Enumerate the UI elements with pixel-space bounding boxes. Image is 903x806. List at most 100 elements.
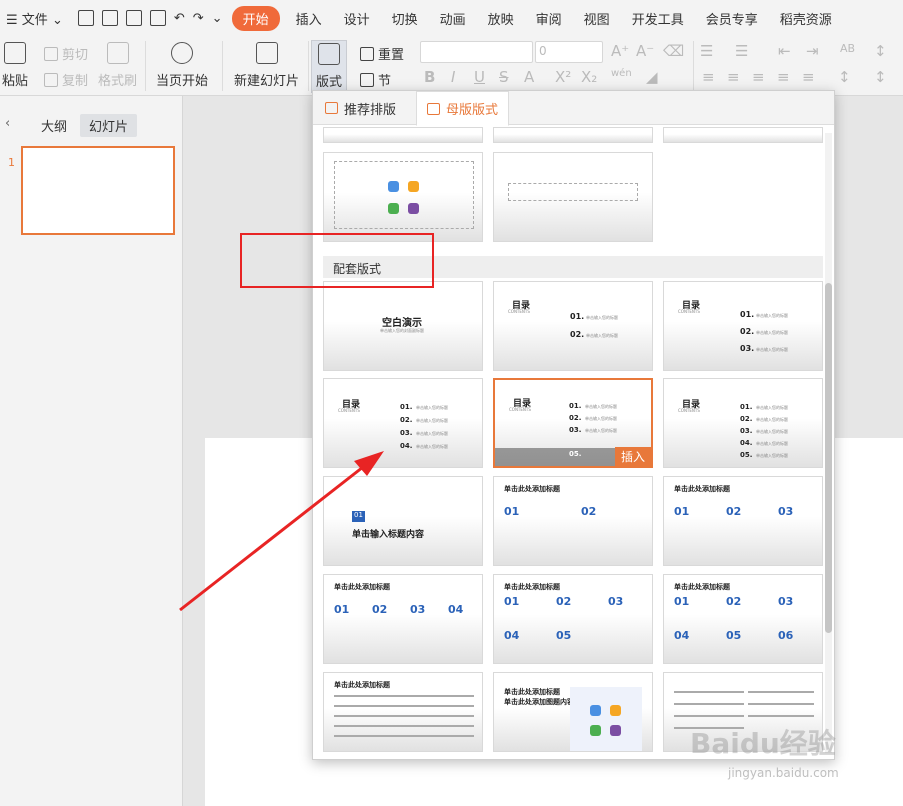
layout-icon [318,43,340,65]
layout-card-text-media[interactable]: 单击此处添加标题 单击此处添加图题内容 [493,672,653,752]
layout-card-toc[interactable]: 目录 CONTENTS 01. 单击输入您的标题 02. 单击输入您的标题 03… [323,378,483,468]
toc-num: 02. [740,415,753,423]
card-title: 单击此处添加标题 [334,583,390,591]
tab-resources[interactable]: 稻壳资源 [769,9,843,28]
shrink-font-icon[interactable]: A⁻ [636,42,654,60]
pinyin-icon[interactable]: wén [611,68,632,79]
copy-button[interactable]: 复制 [44,70,88,89]
layout-card-blank[interactable]: 空白演示 单击输入您的封面副标题 [323,281,483,371]
section-icon [360,72,374,87]
highlight-icon[interactable]: ◢ [646,68,658,86]
cut-button[interactable]: 剪切 [44,44,88,63]
export-icon[interactable] [101,10,118,26]
print-icon[interactable] [125,10,142,26]
more-icon[interactable]: ⌄ [208,11,227,26]
tab-view[interactable]: 视图 [573,9,621,28]
card-number: 02 [726,505,742,518]
align-right-icon[interactable]: ≡ [752,68,765,86]
layout-card[interactable] [323,127,483,143]
outdent-icon[interactable]: ⇤ [778,42,791,60]
new-slide-button[interactable]: 新建幻灯片 [234,42,299,89]
format-painter-button[interactable]: 格式刷 [98,42,137,89]
layout-card-three-col[interactable]: 单击此处添加标题 01 02 03 [663,476,823,566]
font-family-select[interactable] [420,41,533,63]
insert-button[interactable]: 插入 [614,447,651,466]
slide-thumbnail[interactable] [21,146,175,235]
align-left-icon[interactable]: ≡ [702,68,715,86]
reset-button[interactable]: 重置 [360,44,404,63]
justify-icon[interactable]: ≡ [777,68,790,86]
layout-card[interactable] [493,127,653,143]
underline-icon[interactable]: U [474,68,485,86]
layout-card-toc[interactable]: 目录 CONTENTS 01. 单击输入您的标题 02. 单击输入您的标题 [493,281,653,371]
italic-icon[interactable]: I [451,68,455,86]
layout-card-four-col[interactable]: 单击此处添加标题 01 02 03 04 [323,574,483,664]
sort-icon[interactable]: ↕ [874,42,887,60]
tab-animation[interactable]: 动画 [429,9,477,28]
card-title: 单击此处添加标题 [334,681,390,689]
popup-scrollbar[interactable] [825,133,832,753]
card-number: 04 [504,629,520,642]
redo-icon[interactable]: ↷ [189,11,208,26]
subscript-icon[interactable]: X₂ [581,68,597,86]
save-icon[interactable] [77,10,94,26]
tab-insert[interactable]: 插入 [285,9,333,28]
card-number: 03 [778,505,794,518]
brush-icon [106,42,129,64]
superscript-icon[interactable]: X² [555,68,571,86]
font-size-select[interactable]: 0 [535,41,603,63]
layout-card-section[interactable]: 01 单击输入标题内容 [323,476,483,566]
tab-member[interactable]: 会员专享 [695,9,769,28]
tab-slides[interactable]: 幻灯片 [80,114,138,137]
font-color-icon[interactable]: A [524,68,534,86]
tab-outline[interactable]: 大纲 [32,114,76,137]
ribbon-divider [222,41,223,91]
tab-design[interactable]: 设计 [333,9,381,28]
tab-slideshow[interactable]: 放映 [477,9,525,28]
align-center-icon[interactable]: ≡ [727,68,740,86]
tab-developer[interactable]: 开发工具 [621,9,695,28]
tab-transition[interactable]: 切换 [381,9,429,28]
collapse-icon[interactable]: ‹ [0,114,19,133]
file-menu[interactable]: ☰ 文件 ⌄ [0,9,74,28]
layout-card-five-items[interactable]: 单击此处添加标题 01 02 03 04 05 [493,574,653,664]
tab-review[interactable]: 审阅 [525,9,573,28]
case-icon[interactable]: AB [840,42,855,55]
layout-card-two-col[interactable]: 单击此处添加标题 01 02 [493,476,653,566]
watermark-url: jingyan.baidu.com [728,766,839,780]
preview-icon[interactable] [149,10,166,26]
strikethrough-icon[interactable]: S [499,68,509,86]
text-line [674,715,744,717]
distribute-icon[interactable]: ≡ [802,68,815,86]
card-number: 02 [372,603,388,616]
layout-card-toc-selected[interactable]: 目录 CONTENTS 01. 单击输入您的标题 02. 单击输入您的标题 03… [493,378,653,468]
layout-card[interactable] [493,152,653,242]
undo-icon[interactable]: ↶ [170,11,189,26]
layout-button[interactable]: 版式 [311,40,348,93]
line-spacing-icon[interactable]: ↕ [838,68,851,86]
play-from-current-button[interactable]: 当页开始 [156,42,208,89]
tab-start[interactable]: 开始 [231,5,280,31]
section-button[interactable]: 节 [360,70,391,89]
layout-card-text[interactable]: 单击此处添加标题 [323,672,483,752]
indent-icon[interactable]: ⇥ [806,42,819,60]
number-list-icon[interactable]: ☰ [735,42,748,60]
layout-card[interactable] [323,152,483,242]
tab-master-layout[interactable]: 母版版式 [416,91,510,126]
scroll-thumb[interactable] [825,283,832,633]
text-direction-icon[interactable]: ↕ [874,68,887,86]
layout-card-toc[interactable]: 目录 CONTENTS 01. 单击输入您的标题 02. 单击输入您的标题 03… [663,378,823,468]
slide-panel: ‹ 大纲 幻灯片 1 [0,96,183,806]
layout-card[interactable] [663,127,823,143]
layout-card-toc[interactable]: 目录 CONTENTS 01. 单击输入您的标题 02. 单击输入您的标题 03… [663,281,823,371]
paste-button[interactable]: 粘贴 [2,42,28,89]
card-number: 03 [778,595,794,608]
layout-card-six-items[interactable]: 单击此处添加标题 01 02 03 04 05 06 [663,574,823,664]
bold-icon[interactable]: B [424,68,435,86]
tab-recommended-layout[interactable]: 推荐排版 [315,91,406,125]
clear-format-icon[interactable]: ⌫ [663,42,684,60]
bullet-list-icon[interactable]: ☰ [700,42,713,60]
grow-font-icon[interactable]: A⁺ [611,42,629,60]
toc-num: 01. [740,403,753,411]
reset-icon [360,46,374,61]
